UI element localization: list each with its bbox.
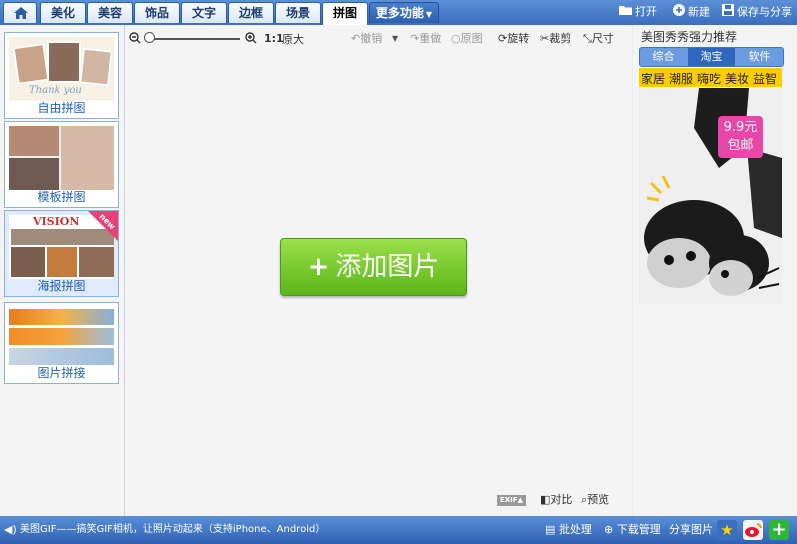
zoom-slider-handle[interactable] (144, 32, 155, 43)
status-bar: ◀) 美图GIF——搞笑GIF相机，让照片动起来（支持iPhone、Androi… (0, 516, 797, 544)
price-badge: 9.9元 包邮 (718, 116, 763, 158)
tab-taobao[interactable]: 淘宝 (688, 48, 735, 66)
add-image-label: 添加图片 (335, 252, 440, 282)
home-icon (14, 7, 28, 19)
compare-icon: ◧ (540, 493, 551, 506)
redo-icon: ↷ (410, 32, 420, 45)
new-button[interactable]: 新建 (673, 4, 710, 20)
card-template-collage[interactable]: 模板拼图 (4, 121, 119, 208)
category-snacks[interactable]: 嗨吃 (697, 70, 721, 87)
undo-dropdown-icon[interactable]: ▼ (392, 32, 398, 46)
tab-more-features[interactable]: 更多功能 ▼ (369, 2, 439, 23)
original-icon: ○ (451, 32, 461, 45)
new-label: 新建 (688, 5, 710, 19)
compare-label: 对比 (550, 493, 573, 506)
redo-label: 重做 (419, 32, 442, 45)
tab-general[interactable]: 综合 (640, 48, 687, 66)
tab-text[interactable]: 文字 (181, 2, 227, 23)
category-home[interactable]: 家居 (641, 70, 665, 87)
plus-circle-icon (673, 4, 685, 21)
folder-icon (619, 4, 632, 20)
preview-button[interactable]: ⌕预览 (581, 493, 609, 507)
batch-process-button[interactable]: ▤ 批处理 (545, 523, 592, 537)
card-free-collage[interactable]: Thank you 自由拼图 (4, 32, 119, 119)
card-poster-collage[interactable]: VISION new 海报拼图 (4, 210, 119, 297)
crop-button[interactable]: ✂裁剪 (540, 32, 571, 46)
size-button[interactable]: ⤡尺寸 (583, 32, 614, 46)
category-fashion[interactable]: 潮服 (669, 70, 693, 87)
add-share-icon[interactable]: + (769, 520, 789, 540)
save-icon (722, 4, 734, 21)
exif-label: EXIF (500, 496, 518, 504)
add-image-button[interactable]: + 添加图片 (280, 238, 467, 296)
price-label: 9.9元 (723, 120, 758, 135)
tab-scene[interactable]: 场景 (275, 2, 321, 23)
shipping-label: 包邮 (727, 138, 754, 153)
free-collage-thumbnail: Thank you (9, 37, 114, 101)
category-puzzle[interactable]: 益智 (753, 70, 777, 87)
tab-beauty[interactable]: 美容 (87, 2, 133, 23)
image-stitch-thumbnail (9, 307, 114, 366)
zoom-slider-track[interactable] (148, 38, 240, 40)
card-label: 图片拼接 (37, 366, 86, 380)
exif-button[interactable]: EXIF▲ (497, 495, 526, 506)
recommendation-title: 美图秀秀强力推荐 (641, 30, 738, 44)
plus-icon: + (307, 252, 330, 282)
scissors-icon: ✂ (540, 32, 550, 45)
save-share-label: 保存与分享 (737, 5, 792, 19)
size-label: 尺寸 (591, 32, 614, 45)
resize-icon: ⤡ (583, 32, 592, 45)
crop-label: 裁剪 (549, 32, 572, 45)
category-bar: 家居 潮服 嗨吃 美妆 益智 (639, 68, 782, 87)
undo-label: 撤销 (360, 32, 383, 45)
template-collage-thumbnail (9, 126, 114, 190)
open-button[interactable]: 打开 (619, 4, 657, 20)
batch-icon: ▤ (545, 523, 556, 536)
rotate-icon: ⟳ (498, 32, 508, 45)
open-label: 打开 (635, 5, 657, 18)
undo-icon: ↶ (351, 32, 361, 45)
status-message-link[interactable]: 美图GIF——搞笑GIF相机，让照片动起来（支持iPhone、Android） (20, 523, 325, 537)
recommendation-panel: 美图秀秀强力推荐 综合 淘宝 软件 家居 潮服 嗨吃 美妆 益智 9.9元 包邮 (633, 25, 797, 516)
card-label: 自由拼图 (37, 101, 86, 115)
preview-label: 预览 (587, 493, 610, 506)
download-label: 下载管理 (616, 523, 661, 536)
download-manager-button[interactable]: ⊕ 下载管理 (604, 523, 661, 537)
card-image-stitch[interactable]: 图片拼接 (4, 302, 119, 384)
chevron-down-icon: ▼ (425, 10, 433, 19)
zoom-in-icon[interactable] (245, 32, 257, 48)
category-makeup[interactable]: 美妆 (725, 70, 749, 87)
undo-button[interactable]: ↶撤销 (351, 32, 382, 46)
compare-button[interactable]: ◧对比 (540, 493, 572, 507)
zoom-out-icon[interactable] (129, 32, 141, 48)
tab-more-label: 更多功能 (375, 6, 424, 20)
rotate-button[interactable]: ⟳旋转 (498, 32, 529, 46)
recommendation-tabs: 综合 淘宝 软件 (639, 47, 784, 67)
weibo-icon[interactable] (743, 520, 763, 540)
original-size-button[interactable]: 原大 (282, 33, 304, 47)
zoom-ratio-label[interactable]: 1:1 (264, 32, 284, 46)
tab-software[interactable]: 软件 (736, 48, 783, 66)
tab-accessories[interactable]: 饰品 (134, 2, 180, 23)
tab-collage[interactable]: 拼图 (322, 2, 368, 25)
home-button[interactable] (3, 2, 37, 23)
speaker-icon: ◀) (4, 523, 17, 536)
redo-button[interactable]: ↷重做 (410, 32, 441, 46)
download-icon: ⊕ (604, 523, 614, 536)
collage-mode-panel: Thank you 自由拼图 模板拼图 VISION new 海报拼图 图片拼接 (0, 25, 125, 516)
card-label: 模板拼图 (37, 190, 86, 204)
poster-title-text: VISION (33, 215, 80, 228)
original-label: 原图 (460, 32, 483, 45)
card-label: 海报拼图 (37, 279, 86, 293)
save-share-button[interactable]: 保存与分享 (722, 4, 792, 20)
original-image-button[interactable]: ○原图 (451, 32, 483, 46)
tab-border[interactable]: 边框 (228, 2, 274, 23)
tab-beautify[interactable]: 美化 (40, 2, 86, 23)
product-ad-image[interactable]: 9.9元 包邮 (639, 88, 782, 304)
batch-label: 批处理 (558, 523, 592, 536)
star-icon[interactable]: ★ (717, 520, 737, 540)
share-image-label: 分享图片 (669, 523, 713, 536)
rotate-label: 旋转 (507, 32, 530, 45)
